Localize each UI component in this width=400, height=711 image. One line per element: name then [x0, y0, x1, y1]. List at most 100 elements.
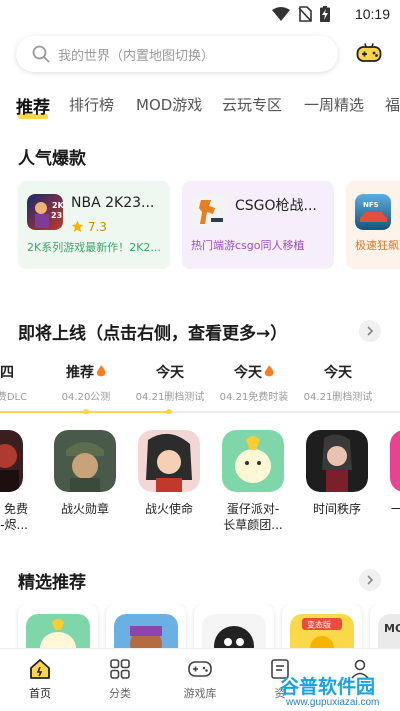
svg-text:NFS: NFS: [363, 201, 379, 209]
battery-charging-icon: [320, 6, 330, 22]
gamepad-icon[interactable]: [356, 42, 382, 64]
hot-card-title: CSGO枪战...: [235, 198, 317, 214]
tab-ranking[interactable]: 排行榜: [69, 94, 114, 115]
upcoming-game-name: 战火使命: [144, 502, 193, 516]
nav-label: 首页: [29, 687, 51, 700]
tab-recommend[interactable]: 推荐: [16, 93, 50, 118]
upcoming-game-name: 蛋仔派对- 长草颜团...: [223, 502, 283, 532]
game-icon: [138, 430, 200, 492]
upcoming-game[interactable]: 一: [381, 430, 400, 517]
rating-value: 7.3: [87, 220, 107, 234]
upcoming-game[interactable]: 免费 -烬...: [0, 430, 32, 533]
site-watermark: 谷普软件园 www.gupuxiazai.com: [272, 672, 400, 711]
game-icon: [390, 430, 400, 492]
badge-text: MO: [384, 622, 400, 635]
timeline-day-label: 推荐: [46, 362, 126, 382]
flame-icon: [96, 365, 106, 377]
hot-card-desc: 极速狂飙: [355, 239, 399, 252]
featured-more-button[interactable]: [359, 569, 381, 591]
upcoming-game-name: 免费 -烬...: [0, 502, 28, 532]
featured-section-title: 精选推荐: [18, 573, 86, 593]
wifi-icon: [272, 7, 290, 21]
nav-label: 游戏库: [183, 687, 217, 700]
nba-2k23-icon: 2K 23: [27, 194, 63, 230]
featured-card[interactable]: [106, 604, 186, 652]
game-icon: [26, 614, 90, 652]
hot-card-rating: 7.3: [71, 220, 107, 234]
upcoming-game-name: 时间秩序: [312, 502, 361, 516]
status-bar: 10:19: [0, 0, 400, 28]
featured-card[interactable]: 变态版: [282, 604, 362, 652]
game-icon: [306, 430, 368, 492]
grid-icon: [110, 659, 130, 679]
timeline-day-sub: 04.21删档测试: [303, 392, 373, 403]
hot-cards-row: 2K 23 NBA 2K23... 7.3 2K系列游戏最新作！2K2... C…: [0, 181, 400, 269]
upcoming-game-name: 战火勋章: [60, 502, 109, 516]
nav-label: 分类: [109, 687, 131, 700]
upcoming-game[interactable]: 时间秩序: [297, 430, 377, 517]
timeline-day-label: 四: [0, 365, 14, 381]
tab-mod-games[interactable]: MOD游戏: [136, 94, 202, 115]
game-icon: [222, 430, 284, 492]
timeline-track: [170, 411, 400, 413]
game-icon: [114, 614, 178, 652]
timeline-day-sub: 04.21免费时装: [219, 392, 289, 403]
search-icon: [32, 45, 50, 63]
featured-card[interactable]: [194, 604, 274, 652]
featured-row: 变态版 MO: [0, 604, 400, 652]
tab-weekly-picks[interactable]: 一周精选: [304, 94, 364, 115]
timeline-day[interactable]: 今天 04.21删档测试: [298, 362, 378, 403]
timeline-day-sub: 免费DLC: [0, 392, 28, 403]
featured-card[interactable]: [18, 604, 98, 652]
csgo-icon: [191, 194, 227, 230]
svg-text:23: 23: [51, 211, 62, 220]
timeline-dot: [83, 409, 89, 414]
flame-icon: [264, 365, 274, 377]
tab-cloud-play[interactable]: 云玩专区: [222, 94, 282, 115]
upcoming-game[interactable]: 蛋仔派对- 长草颜团...: [213, 430, 293, 533]
hot-card-csgo[interactable]: CSGO枪战... 热门端游csgo同人移植: [182, 181, 334, 269]
nav-category[interactable]: 分类: [80, 657, 160, 701]
hot-card-title: NBA 2K23...: [71, 195, 155, 211]
featured-card[interactable]: MO: [370, 604, 400, 652]
search-bar[interactable]: 我的世界（内置地图切换）: [16, 36, 338, 72]
badge-text: 变态版: [307, 620, 331, 630]
game-icon: 变态版: [290, 614, 354, 652]
timeline-day-label: 今天: [324, 365, 352, 381]
nav-game-library[interactable]: 游戏库: [160, 657, 240, 701]
timeline-day[interactable]: 今天 04.21免费时装: [214, 362, 294, 403]
category-tabs: 推荐 排行榜 MOD游戏 云玩专区 一周精选 福: [0, 86, 400, 126]
hot-card-desc: 热门端游csgo同人移植: [191, 239, 305, 252]
tab-welfare[interactable]: 福: [385, 94, 400, 115]
home-icon: [30, 659, 50, 679]
star-icon: [71, 220, 84, 233]
timeline-day-sub: 04.21删档测试: [135, 392, 205, 403]
clock: 10:19: [354, 6, 390, 22]
game-icon: [202, 614, 266, 652]
upcoming-game[interactable]: 战火勋章: [45, 430, 125, 517]
timeline-day[interactable]: 推荐 04.20公测: [46, 362, 126, 403]
hot-card-racing[interactable]: NFS 极速狂飙: [346, 181, 400, 269]
svg-text:2K: 2K: [52, 201, 63, 210]
hot-card-nba[interactable]: 2K 23 NBA 2K23... 7.3 2K系列游戏最新作！2K2...: [18, 181, 170, 269]
timeline-day[interactable]: 四 免费DLC: [0, 362, 47, 403]
timeline-day-label: 今天: [214, 362, 294, 382]
chevron-right-icon: [367, 326, 374, 336]
status-icons: [272, 6, 330, 22]
timeline-dot: [166, 409, 172, 414]
upcoming-more-button[interactable]: [359, 320, 381, 342]
no-sim-icon: [298, 6, 312, 22]
upcoming-games-row: 免费 -烬... 战火勋章 战火使命 蛋仔派对- 长草颜团... 时间秩序 一: [0, 430, 400, 540]
upcoming-game-name: 一: [391, 502, 400, 516]
hot-section-title: 人气爆款: [18, 149, 86, 169]
timeline-day-sub: 04.20公测: [61, 392, 111, 403]
hot-card-desc: 2K系列游戏最新作！2K2...: [27, 241, 161, 254]
timeline-day-label: 今天: [156, 365, 184, 381]
upcoming-game[interactable]: 战火使命: [129, 430, 209, 517]
release-timeline: 四 免费DLC 推荐 04.20公测 今天 04.21删档测试 今天 04.21…: [0, 362, 400, 414]
nav-home[interactable]: 首页: [0, 657, 80, 701]
chevron-right-icon: [367, 575, 374, 585]
timeline-day[interactable]: 今天 04.21删档测试: [130, 362, 210, 403]
watermark-title: 谷普软件园: [280, 676, 376, 698]
game-icon: [0, 430, 23, 492]
